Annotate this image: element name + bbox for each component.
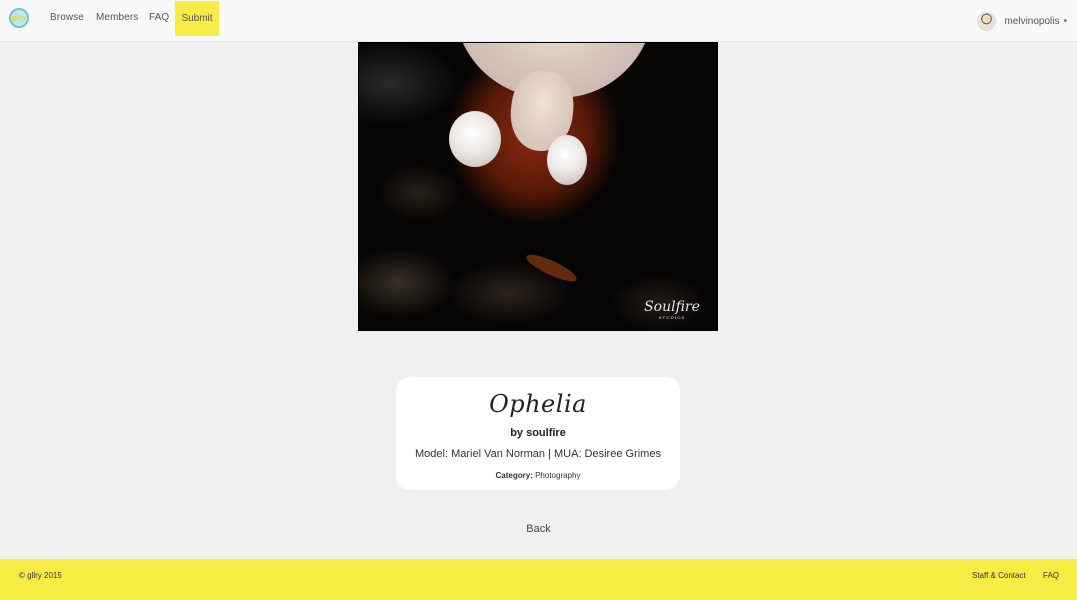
artwork-title: Ophelia [489,390,587,418]
image-flower [547,135,587,185]
artwork-image[interactable]: Soulfire STUDIOS [358,42,718,331]
user-avatar[interactable] [977,11,997,31]
footer: © gllry 2015 Staff & Contact FAQ [0,559,1077,600]
footer-faq-link[interactable]: FAQ [1043,571,1059,580]
watermark-subtext: STUDIOS [658,315,686,320]
user-menu[interactable]: melvinopolis ▾ [977,11,1067,31]
watermark-text: Soulfire [644,299,700,315]
artwork-byline[interactable]: by soulfire [396,427,680,439]
footer-staff-contact-link[interactable]: Staff & Contact [972,571,1026,580]
artwork-credits: Model: Mariel Van Norman | MUA: Desiree … [415,448,661,460]
watermark-logo: Soulfire STUDIOS [635,296,709,324]
back-link[interactable]: Back [0,523,1077,535]
artwork-info-card: Ophelia by soulfire Model: Mariel Van No… [396,377,680,490]
nav-members-link[interactable]: Members [96,12,138,23]
top-navbar: gllry Browse Members FAQ Submit melvinop… [0,0,1077,42]
category-value-link[interactable]: Photography [535,471,580,480]
image-flower [449,111,501,167]
nav-faq-link[interactable]: FAQ [149,12,169,23]
copyright-text: © gllry 2015 [19,571,62,580]
artwork-category: Category: Photography [396,471,680,480]
chevron-down-icon[interactable]: ▾ [1063,17,1067,25]
category-label: Category: [495,471,533,480]
nav-browse-link[interactable]: Browse [50,12,84,23]
gllry-logo-icon[interactable]: gllry [9,8,29,28]
nav-submit-button[interactable]: Submit [175,1,219,36]
username-label[interactable]: melvinopolis [1004,16,1059,27]
